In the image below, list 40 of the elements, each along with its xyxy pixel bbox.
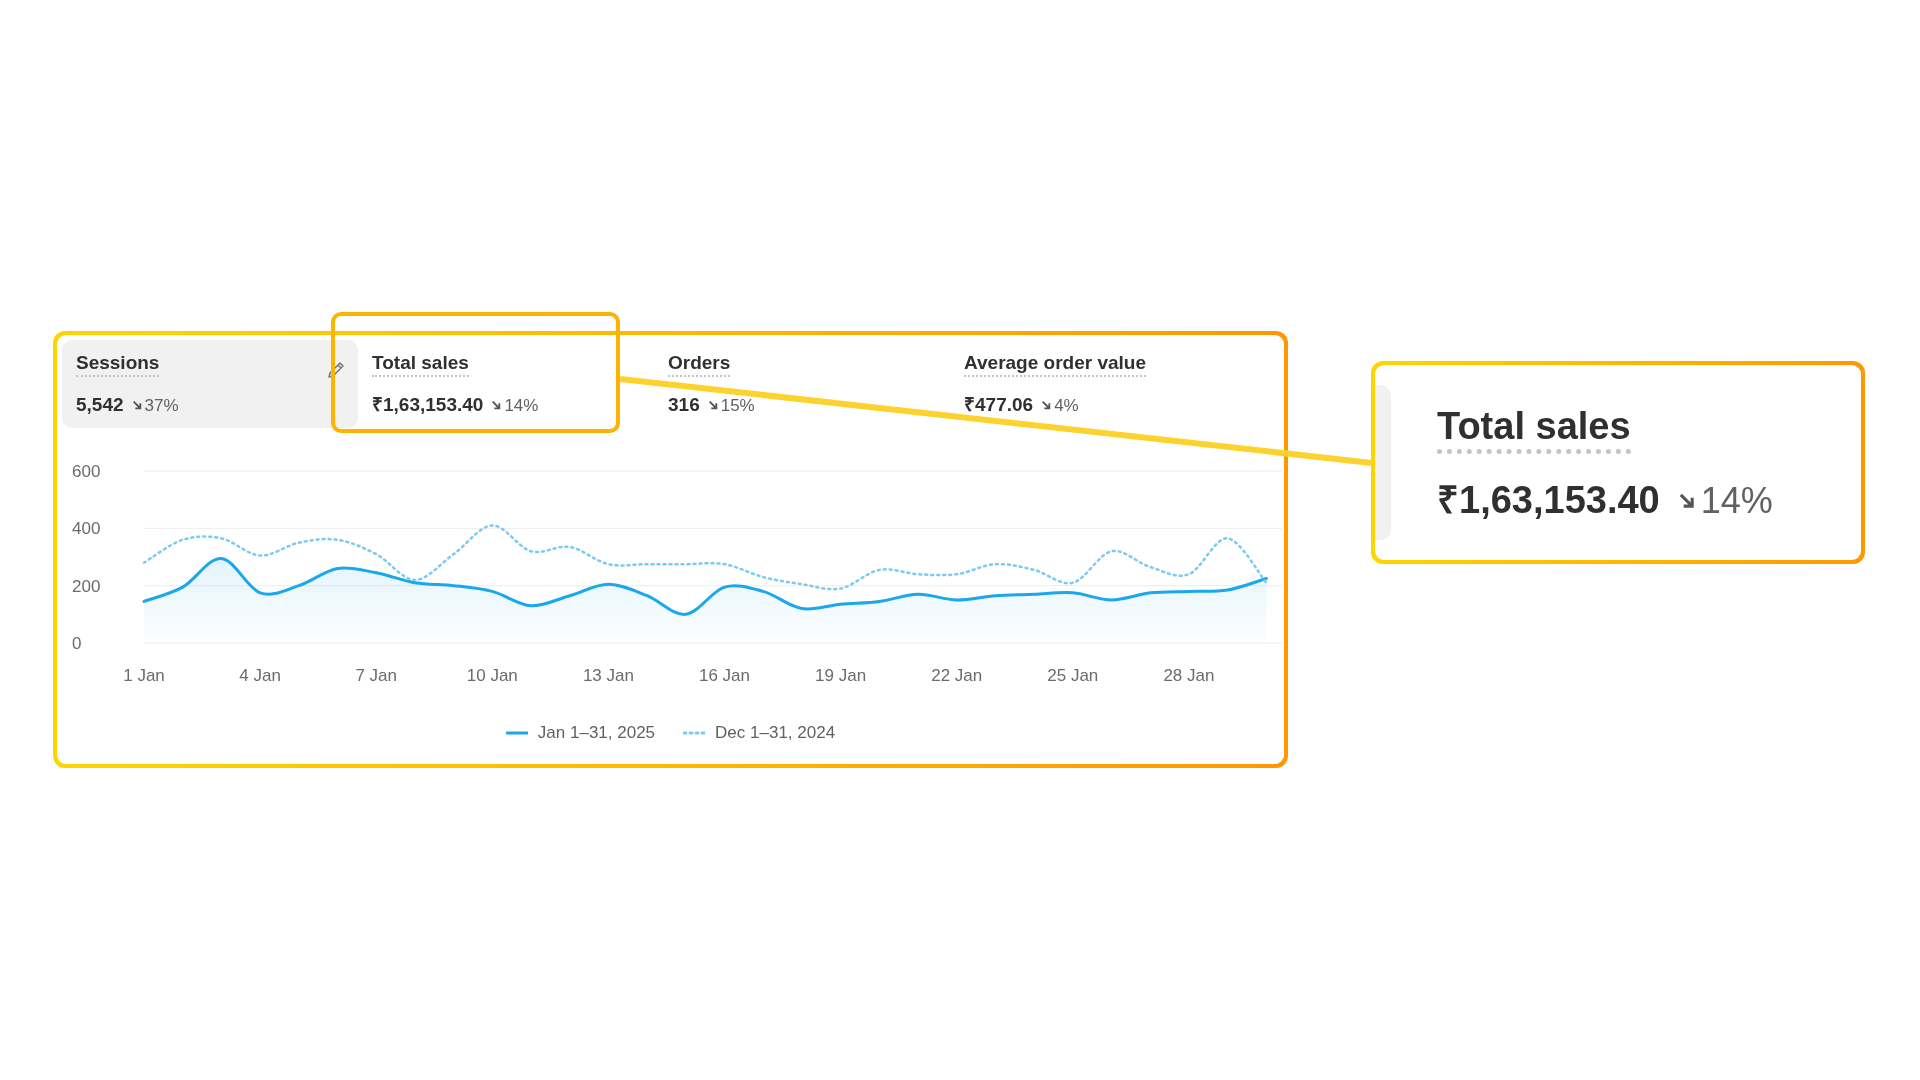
metric-label: Total sales: [372, 351, 469, 377]
y-axis-label: 600: [72, 462, 101, 481]
x-axis-label: 28 Jan: [1163, 666, 1215, 685]
x-axis-label: 25 Jan: [1047, 666, 1099, 685]
callout-label: Total sales: [1437, 403, 1631, 454]
metric-label: Sessions: [76, 351, 160, 377]
legend-swatch: [505, 730, 528, 735]
callout-change: 14%: [1700, 478, 1773, 523]
metric-value: ₹477.06: [964, 393, 1034, 417]
trend-down-icon: [1041, 400, 1052, 411]
metric-change: 14%: [504, 394, 539, 417]
metric-label: Average order value: [964, 351, 1146, 377]
metric-card[interactable]: Sessions 5,542 37%: [62, 340, 358, 428]
metric-change: 4%: [1054, 394, 1079, 417]
x-axis-label: 4 Jan: [239, 666, 281, 685]
x-axis-label: 1 Jan: [123, 666, 165, 685]
x-axis-label: 22 Jan: [931, 666, 983, 685]
legend-label: Jan 1–31, 2025: [537, 722, 656, 744]
metric-value: 5,542: [76, 393, 124, 417]
y-axis-label: 400: [72, 519, 101, 539]
trend-down-icon: [131, 400, 142, 411]
legend-swatch: [683, 730, 706, 735]
x-axis-label: 19 Jan: [815, 666, 867, 685]
metric-label: Orders: [668, 351, 731, 377]
x-axis-label: 16 Jan: [699, 666, 750, 685]
x-axis-label: 7 Jan: [355, 666, 397, 685]
x-axis-label: 13 Jan: [582, 666, 634, 685]
x-axis-label: 10 Jan: [466, 666, 518, 685]
metric-value: ₹1,63,153.40: [372, 393, 484, 417]
pencil-icon[interactable]: [326, 360, 346, 380]
trend-down-icon: [491, 400, 502, 411]
callout-value: ₹1,63,153.40: [1437, 478, 1660, 523]
trend-down-icon: [1677, 492, 1695, 509]
y-axis-label: 200: [72, 576, 101, 596]
trend-down-icon: [707, 400, 718, 411]
metric-value: 316: [668, 393, 700, 417]
legend-label: Dec 1–31, 2024: [715, 722, 836, 744]
y-axis-label: 0: [72, 634, 82, 653]
metric-change: 37%: [144, 394, 179, 417]
metric-change: 15%: [720, 394, 755, 417]
